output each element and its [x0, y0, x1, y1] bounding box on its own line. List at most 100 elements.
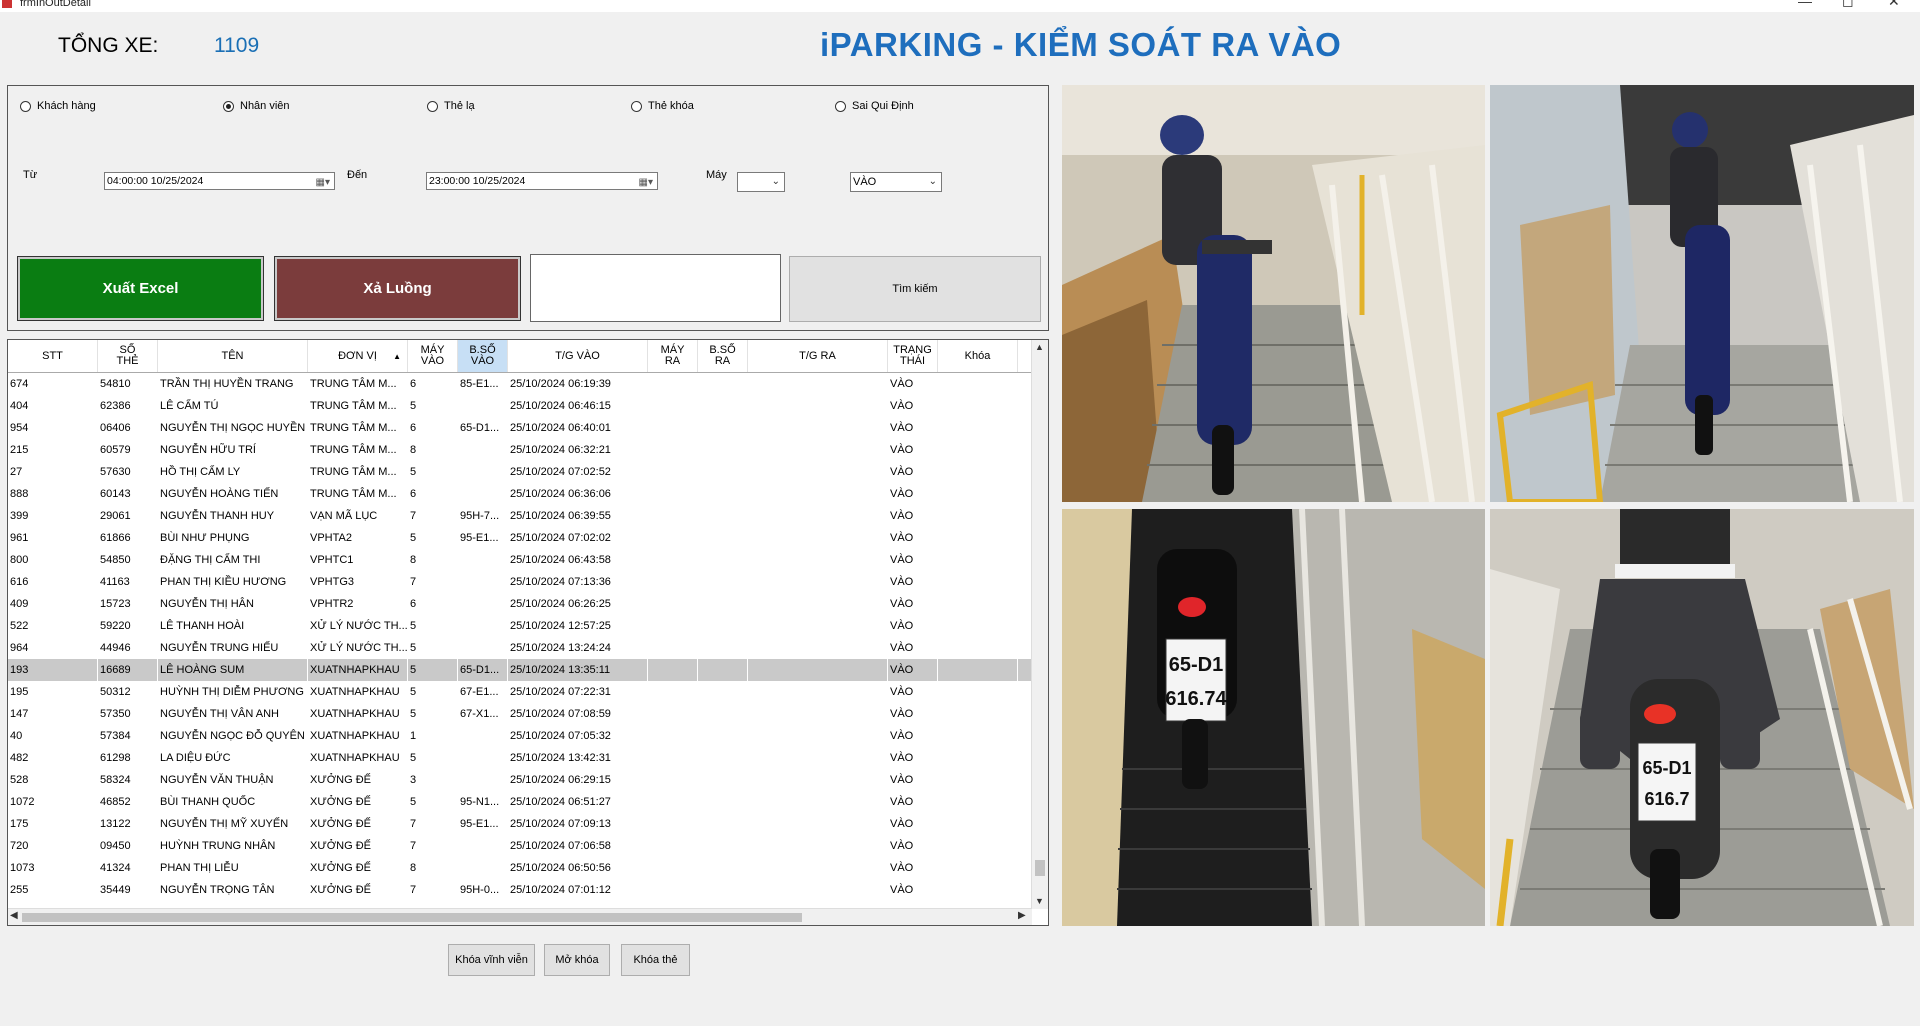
machine-select[interactable]: ⌄ — [737, 172, 785, 192]
radio-violation[interactable]: Sai Qui Định — [835, 100, 914, 112]
radio-unknown-card[interactable]: Thẻ lạ — [427, 100, 475, 112]
cell-time-in: 25/10/2024 06:46:15 — [510, 400, 611, 412]
cell-plate-out — [698, 857, 748, 879]
table-row[interactable]: 193 16689 LÊ HOÀNG SUM XUATNHAPKHAU 5 65-D1..… — [8, 659, 1032, 681]
lock-forever-button[interactable]: Khóa vĩnh viễn — [448, 944, 535, 976]
radio-employee[interactable]: Nhân viên — [223, 100, 290, 112]
unlock-button[interactable]: Mở khóa — [544, 944, 610, 976]
cell-time-in: 25/10/2024 06:26:25 — [510, 598, 611, 610]
table-row[interactable]: 800 54850 ĐẶNG THỊ CẨM THI VPHTC1 8 25/10/202… — [8, 549, 1032, 571]
table-row[interactable]: 27 57630 HỒ THỊ CẨM LY TRUNG TÂM M... 5 25/10… — [8, 461, 1032, 483]
table-row[interactable]: 528 58324 NGUYỄN VĂN THUẬN XƯỞNG ĐẾ 3 25/10/2… — [8, 769, 1032, 791]
table-row[interactable]: 195 50312 HUỲNH THỊ DIỄM PHƯƠNG XUATNHAPKHA… — [8, 681, 1032, 703]
cell-time-in: 25/10/2024 06:40:01 — [510, 422, 611, 434]
table-row[interactable]: 616 41163 PHAN THỊ KIỀU HƯƠNG VPHTG3 7 25/10/… — [8, 571, 1032, 593]
cell-time-out — [748, 725, 888, 747]
table-row[interactable]: 720 09450 HUỲNH TRUNG NHÂN XƯỞNG ĐẾ 7 25/10/2… — [8, 835, 1032, 857]
to-datetime-picker[interactable]: 23:00:00 10/25/2024 ▦▾ — [426, 172, 658, 190]
table-row[interactable]: 482 61298 LA DIỆU ĐỨC XUATNHAPKHAU 5 25/10/20… — [8, 747, 1032, 769]
cell-machine-out — [648, 637, 698, 659]
table-row[interactable]: 399 29061 NGUYỄN THANH HUY VẠN MÃ LỤC 7 95H-7… — [8, 505, 1032, 527]
scroll-left-icon[interactable]: ◀ — [10, 910, 18, 921]
cell-machine-in: 5 — [408, 659, 458, 681]
table-row[interactable]: 1073 41324 PHAN THỊ LIỄU XƯỞNG ĐẾ 8 25/10/202… — [8, 857, 1032, 879]
cell-time-in: 25/10/2024 06:39:55 — [510, 510, 611, 522]
table-row[interactable]: 888 60143 NGUYỄN HOÀNG TIẾN TRUNG TÂM M... 6… — [8, 483, 1032, 505]
lock-card-button[interactable]: Khóa thẻ — [621, 944, 690, 976]
horizontal-scrollbar[interactable]: ◀ ▶ — [8, 908, 1032, 925]
notes-textbox[interactable] — [530, 254, 781, 322]
radio-customer-dot[interactable] — [20, 100, 31, 112]
col-header-plate-out[interactable]: B.SỐ RA — [698, 340, 748, 372]
col-header-lock[interactable]: Khóa — [938, 340, 1018, 372]
cell-plate-in — [458, 395, 508, 417]
table-row[interactable]: 255 35449 NGUYỄN TRỌNG TÂN XƯỞNG ĐẾ 7 95H-0..… — [8, 879, 1032, 901]
table-row[interactable]: 522 59220 LÊ THANH HOÀI XỬ LÝ NƯỚC TH... 5 25… — [8, 615, 1032, 637]
radio-locked-card[interactable]: Thẻ khóa — [631, 100, 694, 112]
release-lane-button[interactable]: Xả Luồng — [274, 256, 521, 321]
cell-unit: VPHTG3 — [310, 576, 355, 588]
cell-unit: VPHTC1 — [310, 554, 354, 566]
cell-machine-out — [648, 549, 698, 571]
cell-plate-out — [698, 571, 748, 593]
table-row[interactable]: 40 57384 NGUYỄN NGỌC ĐỖ QUYÊN XUATNHAPKHAU 1… — [8, 725, 1032, 747]
table-row[interactable]: 147 57350 NGUYỄN THỊ VÂN ANH XUATNHAPKHAU 5 6… — [8, 703, 1032, 725]
maximize-icon[interactable]: ◻ — [1842, 0, 1854, 8]
table-row[interactable]: 961 61866 BÙI NHƯ PHỤNG VPHTA2 5 95-E1... 25/1… — [8, 527, 1032, 549]
cell-plate-in — [458, 593, 508, 615]
col-header-status[interactable]: TRẠNG THÁI — [888, 340, 938, 372]
col-header-machine-in[interactable]: MÁY VÀO — [408, 340, 458, 372]
direction-select[interactable]: VÀO ⌄ — [850, 172, 942, 192]
col-header-machine-out[interactable]: MÁY RA — [648, 340, 698, 372]
table-row[interactable]: 409 15723 NGUYỄN THỊ HÂN VPHTR2 6 25/10/2024 … — [8, 593, 1032, 615]
cell-status: VÀO — [890, 862, 914, 874]
cell-plate-out — [698, 813, 748, 835]
col-header-name[interactable]: TÊN — [158, 340, 308, 372]
table-row[interactable]: 674 54810 TRẦN THỊ HUYỀN TRANG TRUNG TÂM M.… — [8, 373, 1032, 395]
from-datetime-picker[interactable]: 04:00:00 10/25/2024 ▦▾ — [104, 172, 335, 190]
col-header-time-out[interactable]: T/G RA — [748, 340, 888, 372]
col-header-stt[interactable]: STT — [8, 340, 98, 372]
close-icon[interactable]: ✕ — [1888, 0, 1900, 8]
scroll-down-icon[interactable]: ▼ — [1035, 896, 1044, 906]
radio-unknown-card-dot[interactable] — [427, 100, 438, 112]
cell-name: BÙI NHƯ PHỤNG — [160, 532, 250, 544]
cell-lock — [938, 835, 1018, 857]
cell-card-no: 46852 — [100, 796, 131, 808]
table-row[interactable]: 404 62386 LÊ CẨM TÚ TRUNG TÂM M... 5 25/10/20… — [8, 395, 1032, 417]
export-excel-button[interactable]: Xuất Excel — [17, 256, 264, 321]
radio-locked-card-dot[interactable] — [631, 100, 642, 112]
radio-unknown-card-label: Thẻ lạ — [444, 100, 475, 112]
cell-time-out — [748, 549, 888, 571]
cell-plate-out — [698, 703, 748, 725]
cell-plate-out — [698, 769, 748, 791]
table-row[interactable]: 215 60579 NGUYỄN HỮU TRÍ TRUNG TÂM M... 8 25/… — [8, 439, 1032, 461]
to-datetime-value: 23:00:00 10/25/2024 — [429, 175, 526, 187]
vertical-scroll-thumb[interactable] — [1035, 860, 1045, 876]
scroll-right-icon[interactable]: ▶ — [1018, 910, 1026, 921]
col-header-unit[interactable]: ĐƠN VỊ ▲ — [308, 340, 408, 372]
table-row[interactable]: 964 44946 NGUYỄN TRUNG HIẾU XỬ LÝ NƯỚC TH..… — [8, 637, 1032, 659]
table-row[interactable]: 954 06406 NGUYỄN THỊ NGỌC HUYỀN TRUNG TÂM M… — [8, 417, 1032, 439]
radio-employee-dot[interactable] — [223, 100, 234, 112]
scroll-up-icon[interactable]: ▲ — [1035, 342, 1044, 352]
col-header-time-in[interactable]: T/G VÀO — [508, 340, 648, 372]
horizontal-scroll-thumb[interactable] — [22, 913, 802, 922]
col-header-card-no[interactable]: SỐ THẺ — [98, 340, 158, 372]
calendar-dropdown-icon[interactable]: ▦▾ — [316, 175, 330, 191]
table-row[interactable]: 175 13122 NGUYỄN THỊ MỸ XUYẾN XƯỞNG ĐẾ 7 95-E… — [8, 813, 1032, 835]
col-header-plate-in[interactable]: B.SỐ VÀO — [458, 340, 508, 372]
cell-unit: XƯỞNG ĐẾ — [310, 774, 371, 786]
minimize-icon[interactable]: — — [1798, 0, 1812, 8]
records-grid[interactable]: STT SỐ THẺ TÊN ĐƠN VỊ ▲ MÁY VÀO B.SỐ VÀO… — [7, 339, 1049, 926]
radio-violation-dot[interactable] — [835, 100, 846, 112]
cell-name: HỒ THỊ CẨM LY — [160, 466, 241, 478]
table-row[interactable]: 1072 46852 BÙI THANH QUỐC XƯỞNG ĐẾ 5 95-N1...… — [8, 791, 1032, 813]
vertical-scrollbar[interactable]: ▲ ▼ — [1031, 340, 1048, 909]
cell-time-in: 25/10/2024 07:05:32 — [510, 730, 611, 742]
calendar-dropdown-icon[interactable]: ▦▾ — [639, 175, 653, 191]
search-button[interactable]: Tìm kiếm — [789, 256, 1041, 322]
radio-customer[interactable]: Khách hàng — [20, 100, 96, 112]
cell-card-no: 57630 — [100, 466, 131, 478]
camera-plate-rear-1: 65-D1 616.74 — [1062, 509, 1485, 926]
